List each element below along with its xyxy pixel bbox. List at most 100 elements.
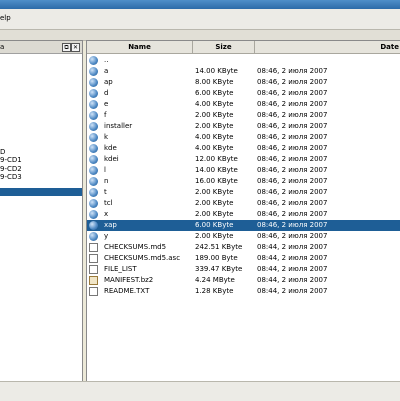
column-header-date[interactable]: Date (255, 41, 400, 54)
document-icon (89, 243, 98, 252)
file-date: 08:46, 2 июля 2007 (257, 89, 328, 97)
file-date: 08:46, 2 июля 2007 (257, 221, 328, 229)
folder-tree-pane[interactable]: a ⧉ ✕ D 9-CD1 9-CD2 9-CD3 (0, 40, 83, 383)
menu-help[interactable]: elp (0, 14, 11, 22)
file-row[interactable]: README.TXT 1.28 KByte 08:44, 2 июля 2007 (87, 286, 400, 297)
file-name: .. (104, 56, 109, 64)
tree-item[interactable]: D (0, 148, 5, 156)
file-size: 2.00 KByte (195, 111, 234, 119)
file-row[interactable]: x 2.00 KByte 08:46, 2 июля 2007 (87, 209, 400, 220)
tree-item-selected[interactable] (0, 188, 82, 196)
folder-icon (89, 210, 98, 219)
file-date: 08:46, 2 июля 2007 (257, 177, 328, 185)
file-date: 08:46, 2 июля 2007 (257, 155, 328, 163)
file-size: 8.00 KByte (195, 78, 234, 86)
file-size: 2.00 KByte (195, 232, 234, 240)
file-row[interactable]: CHECKSUMS.md5 242.51 KByte 08:44, 2 июля 2… (87, 242, 400, 253)
file-size: 2.00 KByte (195, 199, 234, 207)
file-size: 339.47 KByte (195, 265, 243, 273)
file-name: l (104, 166, 106, 174)
folder-icon (89, 232, 98, 241)
pane-close-icon[interactable]: ✕ (71, 43, 80, 52)
file-list-pane[interactable]: Name Size Date .. a 14.00 KByte 08:46, 2 ию… (86, 40, 400, 383)
file-row[interactable]: t 2.00 KByte 08:46, 2 июля 2007 (87, 187, 400, 198)
file-date: 08:46, 2 июля 2007 (257, 232, 328, 240)
file-date: 08:44, 2 июля 2007 (257, 243, 328, 251)
file-name: tcl (104, 199, 113, 207)
file-name: t (104, 188, 107, 196)
file-name: MANIFEST.bz2 (104, 276, 154, 284)
file-row[interactable]: FILE_LIST 339.47 KByte 08:44, 2 июля 2007 (87, 264, 400, 275)
file-row[interactable]: n 16.00 KByte 08:46, 2 июля 2007 (87, 176, 400, 187)
file-row[interactable]: k 4.00 KByte 08:46, 2 июля 2007 (87, 132, 400, 143)
window-title-bar[interactable] (0, 0, 400, 9)
file-date: 08:46, 2 июля 2007 (257, 78, 328, 86)
tree-item[interactable]: 9-CD2 (0, 165, 22, 173)
folder-icon (89, 67, 98, 76)
file-row[interactable]: a 14.00 KByte 08:46, 2 июля 2007 (87, 66, 400, 77)
folder-icon (89, 122, 98, 131)
file-name: FILE_LIST (104, 265, 137, 273)
file-row[interactable]: ap 8.00 KByte 08:46, 2 июля 2007 (87, 77, 400, 88)
file-name: y (104, 232, 109, 240)
file-name: installer (104, 122, 133, 130)
file-size: 6.00 KByte (195, 89, 234, 97)
file-date: 08:46, 2 июля 2007 (257, 122, 328, 130)
file-size: 4.00 KByte (195, 133, 234, 141)
column-header-name[interactable]: Name (87, 41, 193, 54)
file-row[interactable]: d 6.00 KByte 08:46, 2 июля 2007 (87, 88, 400, 99)
folder-icon (89, 111, 98, 120)
file-date: 08:46, 2 июля 2007 (257, 199, 328, 207)
menu-bar: elp (0, 9, 400, 30)
file-name: kde (104, 144, 117, 152)
file-row-selected[interactable]: xap 6.00 KByte 08:46, 2 июля 2007 (87, 220, 400, 231)
archive-icon (89, 276, 98, 285)
file-name: x (104, 210, 109, 218)
file-row[interactable]: kde 4.00 KByte 08:46, 2 июля 2007 (87, 143, 400, 154)
file-row[interactable]: kdei 12.00 KByte 08:46, 2 июля 2007 (87, 154, 400, 165)
folder-icon (89, 133, 98, 142)
file-row[interactable]: .. (87, 55, 400, 66)
folder-icon (89, 89, 98, 98)
folder-icon (89, 155, 98, 164)
file-size: 6.00 KByte (195, 221, 234, 229)
file-name: README.TXT (104, 287, 150, 295)
file-date: 08:44, 2 июля 2007 (257, 287, 328, 295)
file-row[interactable]: CHECKSUMS.md5.asc 189.00 Byte 08:44, 2 июл… (87, 253, 400, 264)
file-size: 4.24 MByte (195, 276, 235, 284)
file-date: 08:44, 2 июля 2007 (257, 265, 328, 273)
file-size: 189.00 Byte (195, 254, 238, 262)
file-date: 08:46, 2 июля 2007 (257, 188, 328, 196)
file-size: 4.00 KByte (195, 100, 234, 108)
file-row[interactable]: l 14.00 KByte 08:46, 2 июля 2007 (87, 165, 400, 176)
file-date: 08:46, 2 июля 2007 (257, 100, 328, 108)
file-name: CHECKSUMS.md5 (104, 243, 167, 251)
document-icon (89, 287, 98, 296)
file-name: n (104, 177, 109, 185)
file-row[interactable]: y 2.00 KByte 08:46, 2 июля 2007 (87, 231, 400, 242)
file-name: d (104, 89, 109, 97)
file-row[interactable]: tcl 2.00 KByte 08:46, 2 июля 2007 (87, 198, 400, 209)
file-row[interactable]: e 4.00 KByte 08:46, 2 июля 2007 (87, 99, 400, 110)
file-row[interactable]: installer 2.00 KByte 08:46, 2 июля 2007 (87, 121, 400, 132)
file-row[interactable]: f 2.00 KByte 08:46, 2 июля 2007 (87, 110, 400, 121)
file-date: 08:44, 2 июля 2007 (257, 276, 328, 284)
file-name: k (104, 133, 109, 141)
file-size: 2.00 KByte (195, 210, 234, 218)
folder-icon (89, 56, 98, 65)
folder-icon (89, 78, 98, 87)
file-date: 08:46, 2 июля 2007 (257, 111, 328, 119)
file-size: 2.00 KByte (195, 188, 234, 196)
pane-float-icon[interactable]: ⧉ (62, 43, 71, 52)
column-header-size[interactable]: Size (193, 41, 255, 54)
file-size: 14.00 KByte (195, 67, 238, 75)
file-size: 4.00 KByte (195, 144, 234, 152)
folder-icon (89, 188, 98, 197)
folder-icon (89, 177, 98, 186)
file-date: 08:44, 2 июля 2007 (257, 254, 328, 262)
file-size: 14.00 KByte (195, 166, 238, 174)
tree-item[interactable]: 9-CD1 (0, 156, 22, 164)
tree-item[interactable]: 9-CD3 (0, 173, 22, 181)
file-size: 16.00 KByte (195, 177, 238, 185)
file-row[interactable]: MANIFEST.bz2 4.24 MByte 08:44, 2 июля 2007 (87, 275, 400, 286)
